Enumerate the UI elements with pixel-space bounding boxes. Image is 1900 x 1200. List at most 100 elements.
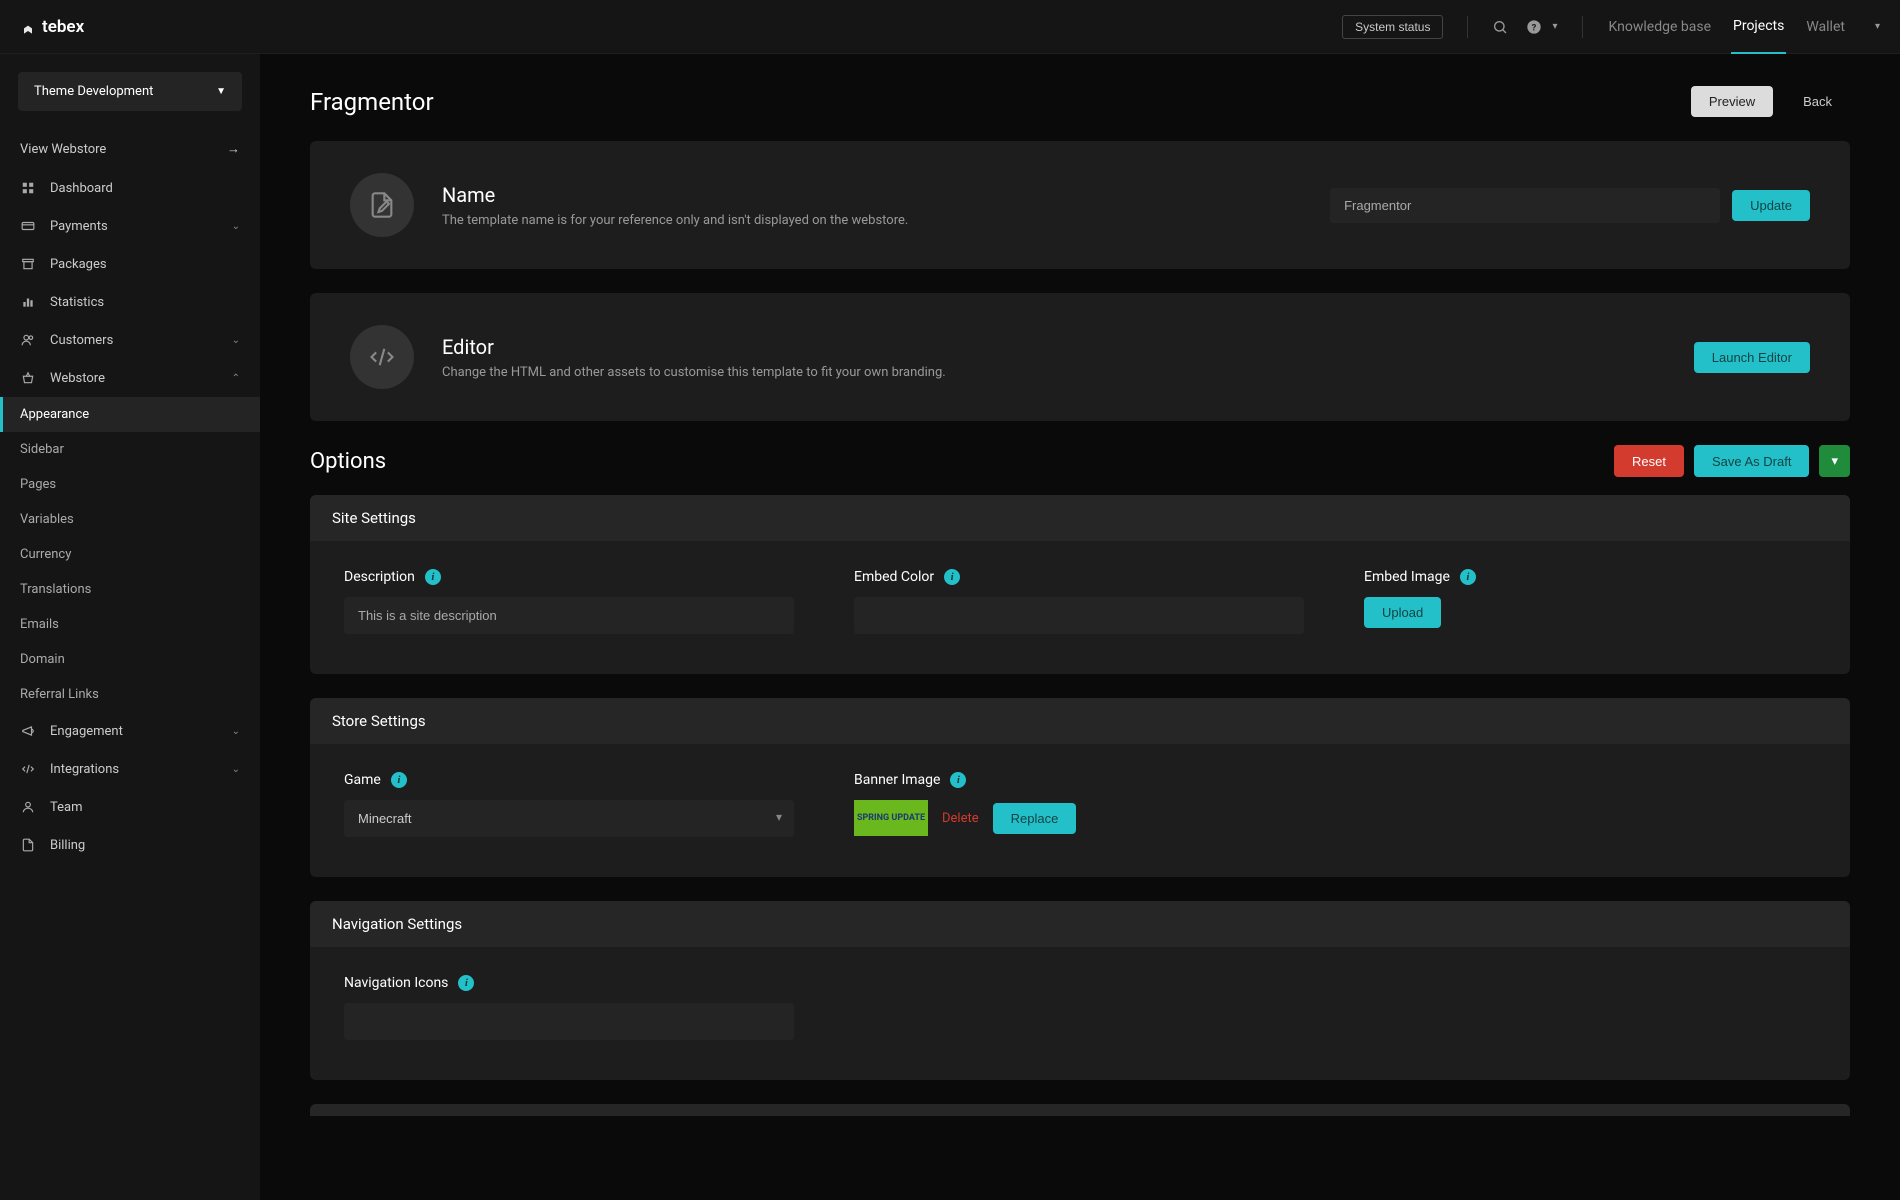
template-name-input[interactable] (1330, 188, 1720, 223)
nav-customers[interactable]: Customers ⌄ (0, 321, 260, 359)
chevron-down-icon: ⌄ (232, 764, 240, 775)
options-header: Options Reset Save As Draft ▾ (310, 445, 1850, 477)
sub-domain[interactable]: Domain (0, 642, 260, 677)
nav-webstore[interactable]: Webstore ⌃ (0, 359, 260, 397)
sub-translations[interactable]: Translations (0, 572, 260, 607)
panel-header: Store Settings (310, 698, 1850, 744)
search-icon[interactable] (1492, 19, 1508, 35)
info-icon[interactable]: i (944, 569, 960, 585)
system-status-button[interactable]: System status (1342, 15, 1443, 39)
topbar: tebex System status ? ▾ Knowledge base P… (0, 0, 1900, 54)
editor-card: Editor Change the HTML and other assets … (310, 293, 1850, 421)
sidebar: Theme Development ▼ View Webstore → Dash… (0, 54, 260, 1200)
users-icon (20, 332, 36, 348)
project-selector[interactable]: Theme Development ▼ (18, 72, 242, 111)
tebex-logo-icon (20, 19, 36, 35)
megaphone-icon (20, 723, 36, 739)
nav-dashboard[interactable]: Dashboard (0, 169, 260, 207)
wallet-link[interactable]: Wallet (1804, 19, 1847, 35)
page-title: Fragmentor (310, 88, 434, 116)
nav-packages[interactable]: Packages (0, 245, 260, 283)
game-select[interactable]: Minecraft (344, 800, 794, 837)
delete-banner-link[interactable]: Delete (942, 811, 979, 826)
nav-icons-label: Navigation Icons (344, 975, 448, 991)
main-content: Fragmentor Preview Back Name The templat… (260, 54, 1900, 1200)
page-header: Fragmentor Preview Back (310, 86, 1850, 117)
file-icon (20, 837, 36, 853)
nav-statistics[interactable]: Statistics (0, 283, 260, 321)
info-icon[interactable]: i (458, 975, 474, 991)
nav-billing[interactable]: Billing (0, 826, 260, 864)
projects-link[interactable]: Projects (1731, 18, 1786, 54)
update-button[interactable]: Update (1732, 190, 1810, 221)
back-button[interactable]: Back (1785, 86, 1850, 117)
basket-icon (20, 370, 36, 386)
archive-icon (20, 256, 36, 272)
sub-sidebar[interactable]: Sidebar (0, 432, 260, 467)
user-icon (20, 799, 36, 815)
account-caret-icon[interactable]: ▾ (1875, 21, 1880, 32)
nav-team[interactable]: Team (0, 788, 260, 826)
game-label: Game (344, 772, 381, 788)
view-webstore-link[interactable]: View Webstore → (0, 129, 260, 169)
card-desc: Change the HTML and other assets to cust… (442, 365, 1666, 380)
save-caret-button[interactable]: ▾ (1819, 445, 1850, 477)
chevron-down-icon: ⌄ (232, 221, 240, 232)
save-draft-button[interactable]: Save As Draft (1694, 445, 1809, 477)
banner-thumbnail: SPRING UPDATE (854, 800, 928, 836)
logo[interactable]: tebex (20, 17, 84, 37)
caret-down-icon: ▼ (216, 86, 226, 97)
card-desc: The template name is for your reference … (442, 213, 1302, 228)
sub-currency[interactable]: Currency (0, 537, 260, 572)
help-icon[interactable]: ? (1526, 19, 1542, 35)
banner-label: Banner Image (854, 772, 940, 788)
launch-editor-button[interactable]: Launch Editor (1694, 342, 1810, 373)
card-icon (20, 218, 36, 234)
sub-pages[interactable]: Pages (0, 467, 260, 502)
info-icon[interactable]: i (391, 772, 407, 788)
card-title: Editor (442, 335, 1666, 359)
panel-header: Navigation Settings (310, 901, 1850, 947)
chart-icon (20, 294, 36, 310)
preview-button[interactable]: Preview (1691, 86, 1773, 117)
site-settings-panel: Site Settings Description i Embed Color … (310, 495, 1850, 674)
next-panel-peek (310, 1104, 1850, 1116)
nav-payments[interactable]: Payments ⌄ (0, 207, 260, 245)
chevron-down-icon: ⌄ (232, 335, 240, 346)
divider (1467, 16, 1468, 38)
sub-emails[interactable]: Emails (0, 607, 260, 642)
embed-color-input[interactable] (854, 597, 1304, 634)
nav-integrations[interactable]: Integrations ⌄ (0, 750, 260, 788)
sub-appearance[interactable]: Appearance (0, 397, 260, 432)
help-caret-icon[interactable]: ▾ (1552, 21, 1557, 32)
sub-referral[interactable]: Referral Links (0, 677, 260, 712)
info-icon[interactable]: i (425, 569, 441, 585)
chevron-up-icon: ⌃ (232, 373, 240, 384)
code-icon (350, 325, 414, 389)
divider (1582, 16, 1583, 38)
card-title: Name (442, 183, 1302, 207)
code-icon (20, 761, 36, 777)
panel-header: Site Settings (310, 495, 1850, 541)
navigation-settings-panel: Navigation Settings Navigation Icons i (310, 901, 1850, 1080)
knowledge-base-link[interactable]: Knowledge base (1607, 19, 1713, 35)
edit-file-icon (350, 173, 414, 237)
sub-variables[interactable]: Variables (0, 502, 260, 537)
brand-name: tebex (42, 17, 84, 37)
chevron-down-icon: ⌄ (232, 726, 240, 737)
svg-text:?: ? (1532, 22, 1537, 33)
arrow-right-icon: → (227, 141, 240, 157)
embed-image-label: Embed Image (1364, 569, 1450, 585)
embed-color-label: Embed Color (854, 569, 934, 585)
description-input[interactable] (344, 597, 794, 634)
upload-button[interactable]: Upload (1364, 597, 1441, 628)
nav-icons-input[interactable] (344, 1003, 794, 1040)
reset-button[interactable]: Reset (1614, 445, 1684, 477)
nav-engagement[interactable]: Engagement ⌄ (0, 712, 260, 750)
info-icon[interactable]: i (950, 772, 966, 788)
info-icon[interactable]: i (1460, 569, 1476, 585)
replace-banner-button[interactable]: Replace (993, 803, 1077, 834)
options-title: Options (310, 449, 386, 474)
dashboard-icon (20, 180, 36, 196)
description-label: Description (344, 569, 415, 585)
